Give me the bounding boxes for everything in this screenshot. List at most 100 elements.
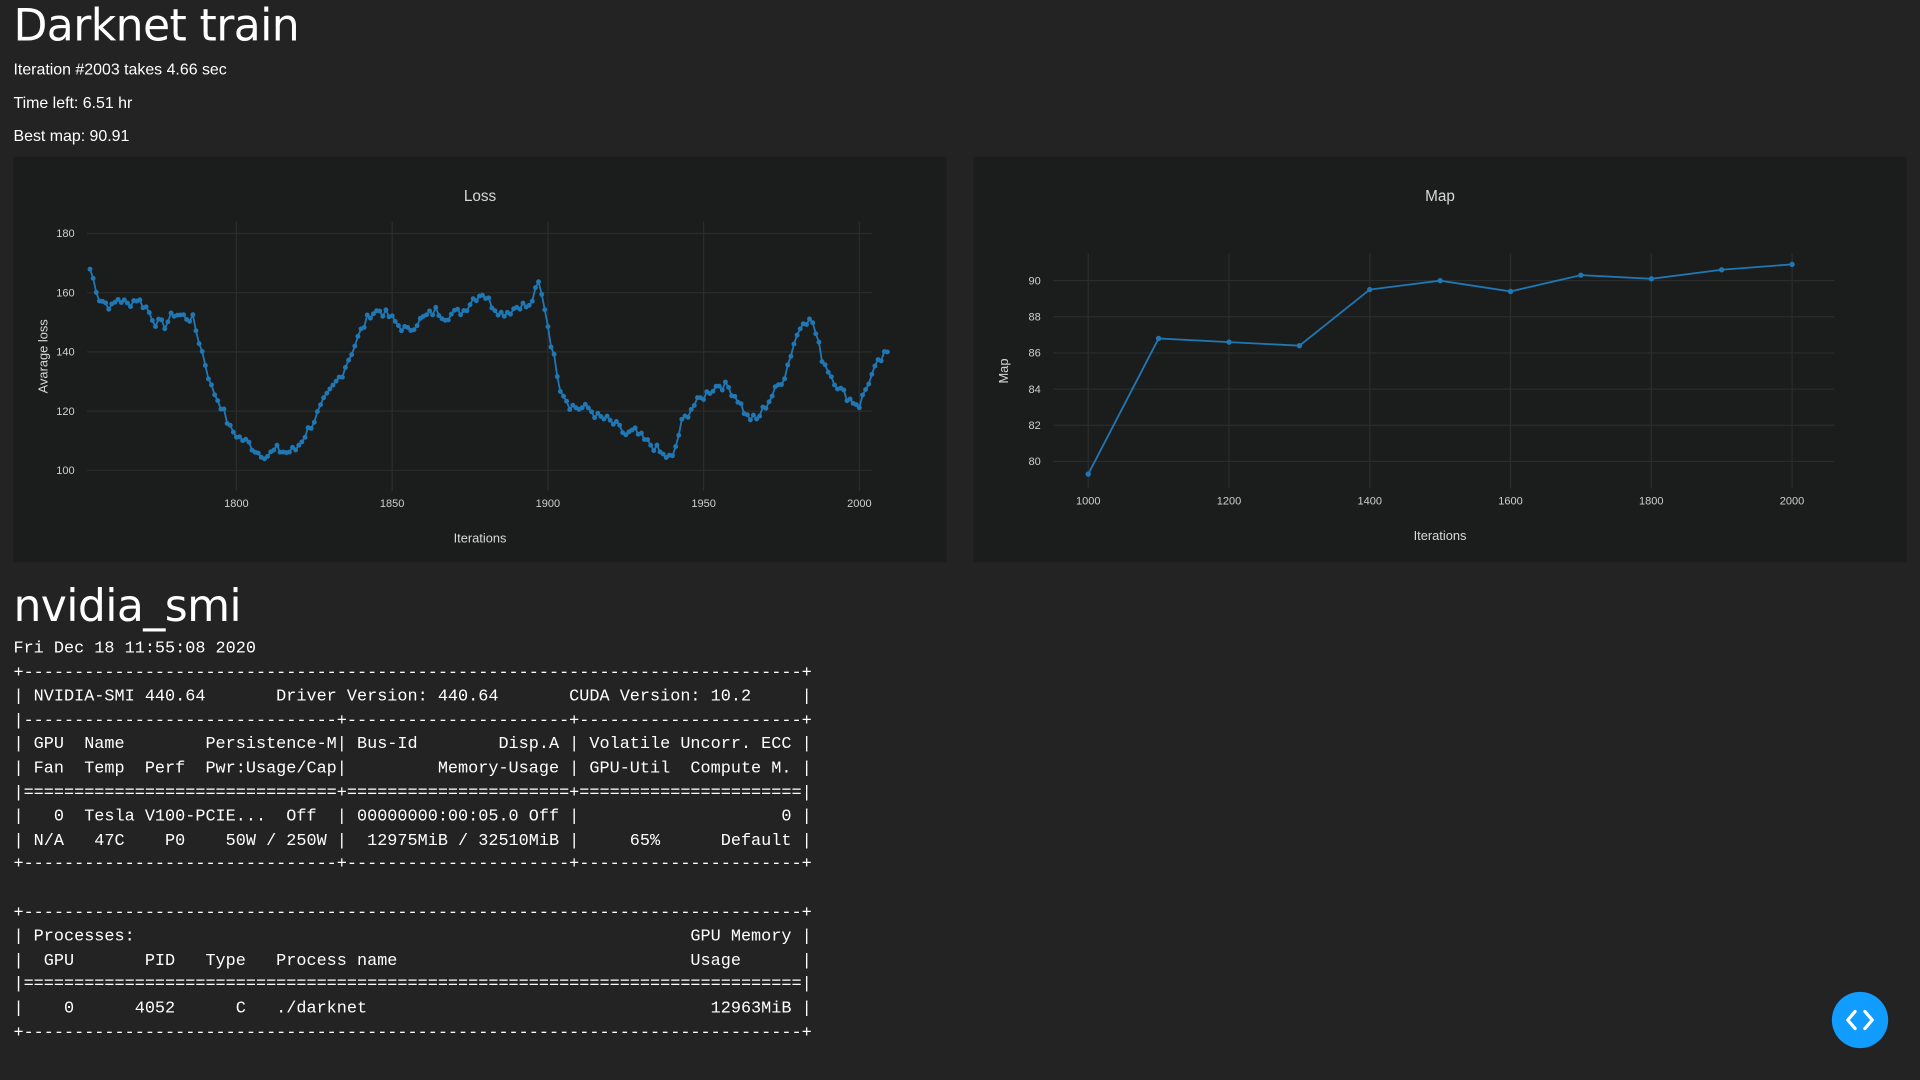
data-point — [143, 304, 149, 310]
data-point — [190, 312, 196, 318]
x-axis-label: Iterations — [454, 530, 507, 545]
data-point — [330, 382, 336, 388]
data-point — [872, 363, 878, 369]
iteration-text: Iteration #2003 takes 4.66 sec — [13, 60, 227, 79]
data-point — [520, 300, 526, 306]
data-point — [589, 409, 595, 415]
data-point — [592, 415, 598, 421]
data-point — [427, 308, 433, 314]
data-point — [187, 318, 193, 324]
y-tick-label: 86 — [1029, 348, 1041, 360]
data-point — [159, 317, 165, 323]
data-point — [536, 279, 541, 285]
data-point — [763, 405, 769, 411]
data-point — [847, 396, 853, 402]
data-point — [424, 312, 429, 318]
data-point — [782, 376, 788, 382]
data-point — [193, 328, 199, 334]
data-point — [676, 432, 682, 438]
data-point — [638, 430, 644, 436]
data-point — [716, 383, 722, 389]
x-tick-label: 1000 — [1076, 495, 1101, 507]
data-point — [564, 398, 570, 404]
data-point — [1507, 288, 1514, 295]
data-point — [816, 339, 822, 345]
data-point — [311, 419, 317, 425]
data-point — [389, 313, 395, 319]
nvidia-smi-output: Fri Dec 18 11:55:08 2020 +--------------… — [13, 640, 812, 1043]
data-point — [557, 389, 563, 394]
data-point — [825, 369, 831, 375]
data-point — [246, 439, 252, 445]
data-point — [445, 317, 451, 323]
data-point — [869, 371, 875, 377]
data-point — [617, 422, 623, 428]
data-point — [383, 307, 389, 313]
data-point — [779, 382, 784, 387]
data-point — [757, 413, 763, 419]
data-point — [747, 417, 753, 423]
y-tick-label: 82 — [1029, 420, 1041, 432]
data-point — [202, 362, 208, 368]
data-point — [414, 323, 420, 329]
chart-title: Loss — [464, 188, 497, 205]
code-brackets-icon — [1846, 1009, 1874, 1031]
data-point — [146, 310, 152, 315]
map-chart-panel[interactable]: Map 80 82 84 86 88 90 1000 1200 1400 1600 1800 2000 I… — [973, 156, 1907, 563]
data-point — [137, 297, 143, 303]
data-point — [548, 344, 554, 350]
data-point — [87, 266, 93, 272]
x-tick-label: 1600 — [1498, 495, 1523, 507]
data-point — [1789, 261, 1795, 268]
x-tick-label: 1200 — [1217, 495, 1242, 507]
data-point — [274, 442, 280, 448]
loss-chart-panel[interactable]: Loss 100 120 140 160 180 1800 1850 1900 1950 2000 I… — [13, 156, 947, 563]
data-point — [215, 398, 221, 404]
data-point — [791, 341, 797, 347]
data-point — [455, 306, 461, 312]
data-point — [567, 407, 573, 413]
data-point — [302, 434, 308, 440]
data-point — [1578, 272, 1584, 278]
data-point — [554, 374, 560, 379]
data-point — [1085, 471, 1091, 477]
data-point — [352, 343, 358, 349]
data-point — [1155, 335, 1162, 342]
data-point — [361, 324, 367, 330]
data-point — [604, 413, 610, 419]
x-tick-label: 2000 — [1780, 495, 1805, 507]
data-point — [794, 332, 800, 338]
data-point — [221, 406, 227, 412]
data-point — [832, 382, 837, 388]
data-point — [508, 311, 513, 317]
data-point — [339, 374, 345, 380]
y-tick-label: 84 — [1029, 384, 1041, 396]
data-point — [533, 285, 538, 291]
data-point — [128, 304, 133, 310]
data-point — [399, 328, 404, 334]
data-point — [732, 393, 738, 399]
time-left-text: Time left: 6.51 hr — [13, 93, 133, 112]
data-point — [90, 275, 96, 281]
x-tick-label: 1900 — [536, 498, 561, 510]
data-point — [149, 318, 155, 323]
data-point — [1296, 342, 1303, 349]
data-point — [517, 306, 523, 312]
data-point — [196, 341, 202, 347]
map-chart[interactable]: Map 80 82 84 86 88 90 1000 1200 1400 1600 1800 2000 I… — [973, 157, 1906, 562]
data-point — [212, 392, 218, 398]
data-point — [314, 409, 320, 415]
data-point — [828, 374, 834, 380]
data-point — [293, 447, 299, 453]
data-point — [822, 362, 828, 368]
data-point — [710, 388, 716, 394]
data-point — [271, 447, 277, 453]
data-point — [162, 326, 168, 332]
loss-chart[interactable]: Loss 100 120 140 160 180 1800 1850 1900 1950 2000 I… — [13, 157, 946, 562]
debug-toggle-button[interactable] — [1831, 991, 1889, 1049]
data-point — [333, 378, 339, 384]
data-point — [766, 399, 772, 405]
y-tick-label: 80 — [1029, 456, 1041, 468]
data-point — [860, 392, 865, 398]
x-axis-label: Iterations — [1414, 528, 1467, 543]
